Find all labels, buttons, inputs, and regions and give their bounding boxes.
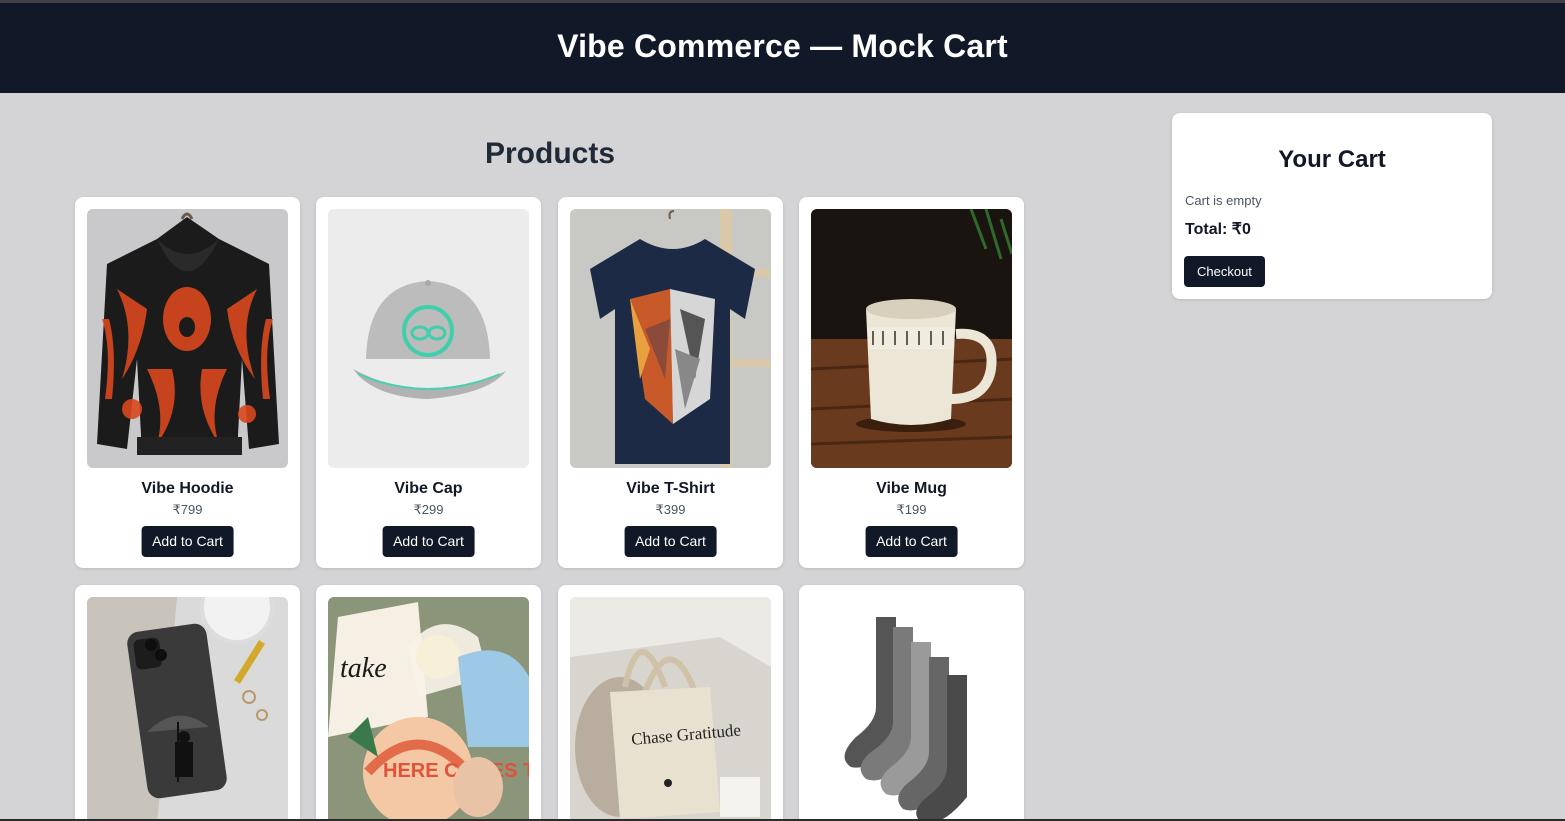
add-to-cart-button[interactable]: Add to Cart xyxy=(624,526,717,557)
product-name: Vibe Mug xyxy=(876,480,947,497)
product-card-tshirt: Vibe T-Shirt ₹399 Add to Cart xyxy=(558,197,783,568)
product-price: ₹299 xyxy=(413,502,444,517)
product-name: Vibe Hoodie xyxy=(141,480,234,497)
cart-empty-message: Cart is empty xyxy=(1185,193,1262,208)
product-price: ₹199 xyxy=(896,502,927,517)
product-image-hoodie xyxy=(87,209,288,468)
products-heading: Products xyxy=(484,137,616,170)
checkout-button[interactable]: Checkout xyxy=(1184,256,1265,287)
add-to-cart-button[interactable]: Add to Cart xyxy=(382,526,475,557)
site-title: Vibe Commerce — Mock Cart xyxy=(557,27,1008,64)
product-card-cap: Vibe Cap ₹299 Add to Cart xyxy=(316,197,541,568)
product-price: ₹399 xyxy=(655,502,686,517)
product-card-tote-bag: Chase Gratitude xyxy=(558,585,783,821)
cart-title: Your Cart xyxy=(1278,146,1386,173)
cart-total: Total: ₹0 xyxy=(1185,221,1251,238)
product-image-phone-case xyxy=(87,597,288,821)
svg-text:take: take xyxy=(340,653,387,684)
site-header: Vibe Commerce — Mock Cart xyxy=(0,3,1565,93)
product-price: ₹799 xyxy=(172,502,203,517)
add-to-cart-button[interactable]: Add to Cart xyxy=(141,526,234,557)
product-image-mug xyxy=(811,209,1012,468)
product-image-socks xyxy=(811,597,1012,821)
product-card-phone-case xyxy=(75,585,300,821)
product-card-socks xyxy=(799,585,1024,821)
product-card-stickers: take HERE COMES THE SUN xyxy=(316,585,541,821)
add-to-cart-button[interactable]: Add to Cart xyxy=(865,526,958,557)
product-image-cap xyxy=(328,209,529,468)
product-image-tote-bag: Chase Gratitude xyxy=(570,597,771,821)
product-name: Vibe Cap xyxy=(394,480,463,497)
product-card-mug: Vibe Mug ₹199 Add to Cart xyxy=(799,197,1024,568)
product-image-tshirt xyxy=(570,209,771,468)
product-card-hoodie: Vibe Hoodie ₹799 Add to Cart xyxy=(75,197,300,568)
product-image-stickers: take HERE COMES THE SUN xyxy=(328,597,529,821)
cart-panel: Your Cart Cart is empty Total: ₹0 Checko… xyxy=(1172,113,1492,299)
product-name: Vibe T-Shirt xyxy=(626,480,715,497)
